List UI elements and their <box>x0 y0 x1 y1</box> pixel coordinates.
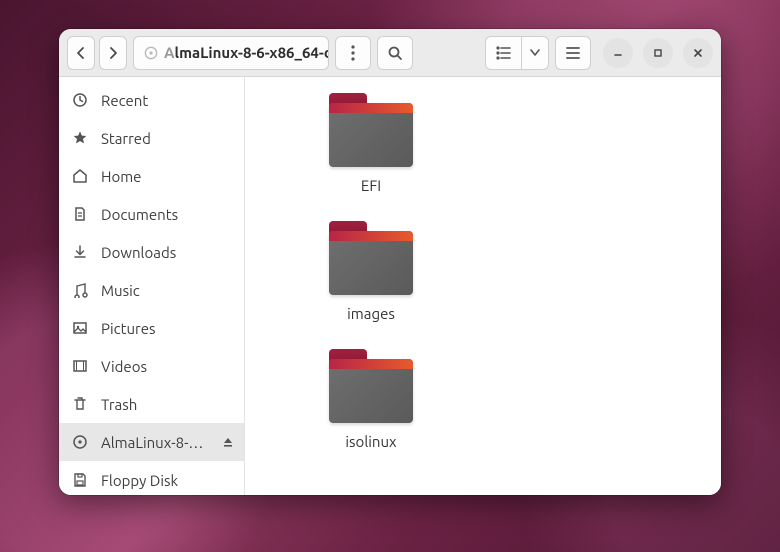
view-dropdown-button[interactable] <box>521 36 549 70</box>
list-view-button[interactable] <box>485 36 521 70</box>
sidebar-item-label: Starred <box>101 130 232 147</box>
file-manager-window: AlmaLinux-8-6-x86_64-dvd <box>59 29 721 495</box>
sidebar-item-label: Floppy Disk <box>101 472 232 489</box>
maximize-button[interactable] <box>643 38 673 68</box>
path-prefix: A <box>164 44 175 61</box>
sidebar-item-pictures[interactable]: Pictures <box>59 309 244 347</box>
sidebar: Recent Starred Home Documents Downloads <box>59 77 245 495</box>
sidebar-item-almalinux-media[interactable]: AlmaLinux-8-… <box>59 423 244 461</box>
folder-label: images <box>347 305 395 322</box>
sidebar-item-label: Downloads <box>101 244 232 261</box>
optical-media-icon <box>71 434 89 450</box>
sidebar-item-music[interactable]: Music <box>59 271 244 309</box>
sidebar-item-label: Home <box>101 168 232 185</box>
download-icon <box>71 244 89 260</box>
sidebar-item-label: Videos <box>101 358 232 375</box>
sidebar-item-label: Trash <box>101 396 232 413</box>
sidebar-item-label: Documents <box>101 206 232 223</box>
sidebar-item-recent[interactable]: Recent <box>59 81 244 119</box>
optical-media-icon <box>144 46 158 60</box>
folder-icon <box>329 221 413 295</box>
hamburger-menu-button[interactable] <box>555 36 591 70</box>
clock-icon <box>71 92 89 108</box>
pictures-icon <box>71 320 89 336</box>
sidebar-item-downloads[interactable]: Downloads <box>59 233 244 271</box>
videos-icon <box>71 358 89 374</box>
window-body: Recent Starred Home Documents Downloads <box>59 77 721 495</box>
folder-isolinux[interactable]: isolinux <box>255 349 487 477</box>
window-controls <box>603 38 713 68</box>
nav-group <box>67 36 127 70</box>
documents-icon <box>71 206 89 222</box>
sidebar-item-starred[interactable]: Starred <box>59 119 244 157</box>
sidebar-item-label: Music <box>101 282 232 299</box>
eject-button[interactable] <box>222 436 234 448</box>
location-text: lmaLinux-8-6-x86_64-dvd <box>175 44 329 61</box>
folder-label: isolinux <box>345 433 396 450</box>
headerbar: AlmaLinux-8-6-x86_64-dvd <box>59 29 721 77</box>
folder-label: EFI <box>361 177 381 194</box>
close-button[interactable] <box>683 38 713 68</box>
forward-button[interactable] <box>99 36 127 70</box>
music-icon <box>71 282 89 298</box>
folder-content-area[interactable]: EFI images isolinux <box>245 77 721 495</box>
sidebar-item-home[interactable]: Home <box>59 157 244 195</box>
star-icon <box>71 130 89 146</box>
folder-images[interactable]: images <box>255 221 487 349</box>
floppy-icon <box>71 472 89 488</box>
kebab-menu-button[interactable] <box>335 36 371 70</box>
sidebar-item-trash[interactable]: Trash <box>59 385 244 423</box>
sidebar-item-floppy-disk[interactable]: Floppy Disk <box>59 461 244 495</box>
sidebar-item-videos[interactable]: Videos <box>59 347 244 385</box>
search-button[interactable] <box>377 36 413 70</box>
home-icon <box>71 168 89 184</box>
back-button[interactable] <box>67 36 95 70</box>
sidebar-item-label: Recent <box>101 92 232 109</box>
sidebar-item-label: Pictures <box>101 320 232 337</box>
location-bar[interactable]: AlmaLinux-8-6-x86_64-dvd <box>133 36 329 70</box>
trash-icon <box>71 396 89 412</box>
folder-icon <box>329 93 413 167</box>
minimize-button[interactable] <box>603 38 633 68</box>
sidebar-item-documents[interactable]: Documents <box>59 195 244 233</box>
view-mode-group <box>485 36 549 70</box>
folder-icon <box>329 349 413 423</box>
folder-efi[interactable]: EFI <box>255 93 487 221</box>
sidebar-item-label: AlmaLinux-8-… <box>101 434 232 451</box>
